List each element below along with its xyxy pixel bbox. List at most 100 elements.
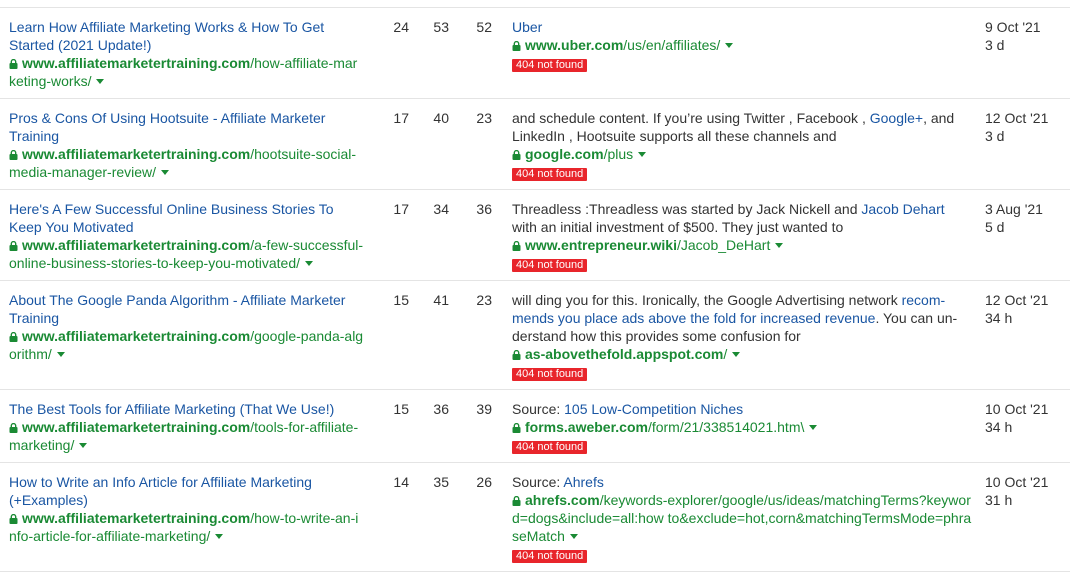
lock-icon	[9, 332, 18, 342]
page-title-link[interactable]: The Best Tools for Affiliate Marketing (…	[9, 400, 364, 418]
metric-1: 15	[393, 292, 409, 308]
chevron-down-icon[interactable]	[775, 243, 784, 248]
referring-cell: Source: Ahrefs ahrefs.com/keywords-explor…	[512, 473, 972, 563]
target-url-path: /plus	[603, 146, 634, 162]
anchor-link[interactable]: Uber	[512, 19, 542, 35]
metric-3: 23	[476, 110, 492, 126]
metric-2: 41	[433, 292, 449, 308]
anchor-link[interactable]: Google+	[870, 110, 923, 126]
page-title-link[interactable]: About The Google Panda Algorithm - Affil…	[9, 291, 364, 327]
referring-cell: and schedule content. If you’re using Tw…	[512, 109, 972, 181]
page-url-link[interactable]: www.affiliatemarketertraining.com/hootsu…	[9, 145, 364, 181]
page-title-link[interactable]: Pros & Cons Of Using Hootsuite - Affilia…	[9, 109, 364, 145]
lock-icon	[512, 423, 521, 433]
target-url-path: /us/en/affiliates/	[623, 37, 721, 53]
chevron-down-icon[interactable]	[215, 534, 224, 539]
anchor-text-after: with an initial investment of $500. They…	[512, 219, 844, 235]
metric-1: 17	[393, 201, 409, 217]
metric-1: 24	[393, 19, 409, 35]
metric-2: 36	[433, 401, 449, 417]
chevron-down-icon[interactable]	[79, 443, 88, 448]
page-url-link[interactable]: www.affiliatemarketertraining.com/how-to…	[9, 509, 364, 545]
lock-icon	[512, 150, 521, 160]
page-cell: About The Google Panda Algorithm - Affil…	[9, 291, 364, 363]
anchor-text-before: Source:	[512, 401, 565, 417]
last-check-age: 3 d	[985, 37, 1005, 53]
first-seen-date: 12 Oct '21	[985, 110, 1049, 126]
page-title-link[interactable]: How to Write an Info Article for Affilia…	[9, 473, 364, 509]
lock-icon	[512, 496, 521, 506]
page-url-link[interactable]: www.affiliatemarketertraining.com/tools-…	[9, 418, 364, 454]
target-url-domain: ahrefs.com	[525, 492, 600, 508]
target-url-link[interactable]: forms.aweber.com/form/21/338514021.htm\	[512, 418, 972, 436]
chevron-down-icon[interactable]	[305, 261, 314, 266]
referring-cell: Threadless :Threadless was started by Ja…	[512, 200, 972, 272]
target-url-domain: www.entrepreneur.wiki	[525, 237, 677, 253]
status-badge: 404 not found	[512, 259, 588, 272]
date-cell: 10 Oct '21 34 h	[985, 400, 1065, 436]
page-url-link[interactable]: www.affiliatemarketertraining.com/google…	[9, 327, 364, 363]
anchor-context: and schedule content. If you’re using Tw…	[512, 109, 972, 145]
target-url-domain: www.uber.com	[525, 37, 624, 53]
metric-3: 36	[476, 201, 492, 217]
status-badge: 404 not found	[512, 59, 588, 72]
metric-1: 14	[393, 474, 409, 490]
target-url-domain: as-abovethefold.appspot.com	[525, 346, 724, 362]
chevron-down-icon[interactable]	[732, 352, 741, 357]
target-url-link[interactable]: google.com/plus	[512, 145, 972, 163]
metric-2: 40	[433, 110, 449, 126]
target-url-link[interactable]: ahrefs.com/keywords-explorer/google/us/i…	[512, 491, 972, 545]
referring-cell: Source: 105 Low-Competition Niches forms.…	[512, 400, 972, 454]
metric-2: 34	[433, 201, 449, 217]
page-url-link[interactable]: www.affiliatemarketertraining.com/how-af…	[9, 54, 364, 90]
last-check-age: 3 d	[985, 128, 1005, 144]
page-url-domain: www.affiliatemarketertraining.com	[22, 146, 251, 162]
page-url-domain: www.affiliatemarketertraining.com	[22, 510, 251, 526]
target-url-link[interactable]: as-abovethefold.appspot.com/	[512, 345, 972, 363]
table-row: Pros & Cons Of Using Hootsuite - Affilia…	[0, 99, 1070, 190]
lock-icon	[9, 423, 18, 433]
page-cell: The Best Tools for Affiliate Marketing (…	[9, 400, 364, 454]
metric-2: 53	[433, 19, 449, 35]
chevron-down-icon[interactable]	[638, 152, 647, 157]
lock-icon	[512, 241, 521, 251]
date-cell: 12 Oct '21 34 h	[985, 291, 1065, 327]
chevron-down-icon[interactable]	[809, 425, 818, 430]
status-badge: 404 not found	[512, 168, 588, 181]
page-url-link[interactable]: www.affiliatemarketertraining.com/a-few-…	[9, 236, 364, 272]
table-row: The Best Tools for Affiliate Marketing (…	[0, 390, 1070, 463]
metric-3: 52	[476, 19, 492, 35]
chevron-down-icon[interactable]	[725, 43, 734, 48]
target-url-link[interactable]: www.uber.com/us/en/affiliates/	[512, 36, 972, 54]
anchor-context: Source: Ahrefs	[512, 473, 972, 491]
anchor-context: Threadless :Threadless was started by Ja…	[512, 200, 972, 236]
lock-icon	[512, 350, 521, 360]
anchor-text-before: Threadless :Threadless was started by Ja…	[512, 201, 862, 217]
page-title-link[interactable]: Learn How Affiliate Marketing Works & Ho…	[9, 18, 364, 54]
anchor-link[interactable]: 105 Low-Competition Niches	[564, 401, 743, 417]
page-title-link[interactable]: Here's A Few Successful Online Business …	[9, 200, 364, 236]
metric-2: 35	[433, 474, 449, 490]
anchor-context: Uber	[512, 18, 972, 36]
lock-icon	[9, 150, 18, 160]
table-row: Here's A Few Successful Online Business …	[0, 190, 1070, 281]
lock-icon	[512, 41, 521, 51]
anchor-link[interactable]: Jacob Dehart	[861, 201, 944, 217]
page-cell: Here's A Few Successful Online Business …	[9, 200, 364, 272]
page-url-domain: www.affiliatemarketertraining.com	[22, 55, 251, 71]
anchor-link[interactable]: Ahrefs	[563, 474, 603, 490]
lock-icon	[9, 59, 18, 69]
table-row: How to Write an Info Article for Affilia…	[0, 463, 1070, 572]
chevron-down-icon[interactable]	[56, 352, 65, 357]
table-row: Learn How Affiliate Marketing Works & Ho…	[0, 8, 1070, 99]
status-badge: 404 not found	[512, 368, 588, 381]
referring-cell: will ding you for this. Ironically, the …	[512, 291, 972, 381]
chevron-down-icon[interactable]	[161, 170, 170, 175]
target-url-path: /Jacob_DeHart	[676, 237, 771, 253]
target-url-link[interactable]: www.entrepreneur.wiki/Jacob_DeHart	[512, 236, 972, 254]
metric-3: 39	[476, 401, 492, 417]
chevron-down-icon[interactable]	[569, 534, 578, 539]
date-cell: 10 Oct '21 31 h	[985, 473, 1065, 509]
page-cell: Learn How Affiliate Marketing Works & Ho…	[9, 18, 364, 90]
chevron-down-icon[interactable]	[96, 79, 105, 84]
